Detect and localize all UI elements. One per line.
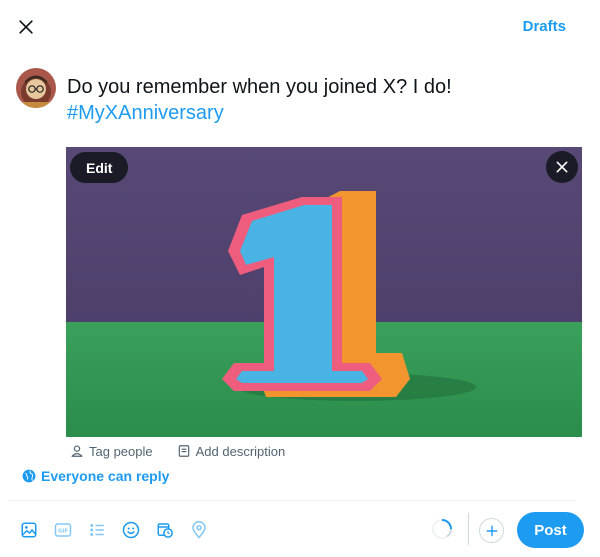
gif-icon: GIF [54, 523, 72, 537]
poll-icon [90, 524, 104, 536]
image-icon [21, 522, 37, 538]
person-icon [71, 445, 83, 457]
globe-icon [22, 469, 36, 483]
media-actions: Tag people Add description [70, 442, 285, 460]
character-count-progress [432, 519, 453, 539]
avatar[interactable] [16, 68, 56, 108]
close-icon [556, 161, 568, 173]
add-gif-button[interactable]: GIF [46, 514, 80, 546]
location-icon [192, 521, 206, 539]
svg-text:GIF: GIF [58, 529, 68, 535]
user-avatar-image [16, 68, 56, 108]
close-composer-button[interactable] [10, 11, 42, 43]
toolbar-separator [468, 513, 469, 545]
plus-icon [486, 525, 497, 536]
schedule-post-button[interactable] [148, 514, 182, 546]
tweet-text-area[interactable]: Do you remember when you joined X? I do!… [67, 74, 577, 126]
remove-media-button[interactable] [546, 151, 578, 183]
add-media-button[interactable] [12, 514, 46, 546]
edit-media-button[interactable]: Edit [70, 152, 129, 183]
add-location-button[interactable] [182, 514, 216, 546]
tweet-text: Do you remember when you joined X? I do! [67, 76, 452, 98]
divider [8, 500, 576, 501]
emoji-icon [122, 521, 140, 539]
document-icon [178, 445, 189, 457]
reply-permission-label: Everyone can reply [41, 468, 170, 484]
add-post-button[interactable] [479, 518, 504, 543]
close-icon [19, 20, 33, 34]
composer-toolbar: GIF [12, 514, 216, 546]
post-button[interactable]: Post [517, 512, 584, 548]
add-emoji-button[interactable] [114, 514, 148, 546]
schedule-icon [157, 523, 173, 538]
hashtag-link[interactable]: #MyXAnniversary [67, 100, 577, 126]
anniversary-number-one-image [66, 147, 582, 437]
add-description-button[interactable]: Add description [177, 443, 286, 459]
tag-people-label: Tag people [89, 443, 153, 459]
composer-header: Drafts [0, 0, 600, 54]
drafts-button[interactable]: Drafts [523, 18, 566, 35]
reply-permission-button[interactable]: Everyone can reply [22, 468, 169, 484]
add-poll-button[interactable] [80, 514, 114, 546]
add-description-label: Add description [195, 443, 286, 459]
tag-people-button[interactable]: Tag people [70, 444, 153, 459]
attached-image: Edit [66, 147, 582, 437]
